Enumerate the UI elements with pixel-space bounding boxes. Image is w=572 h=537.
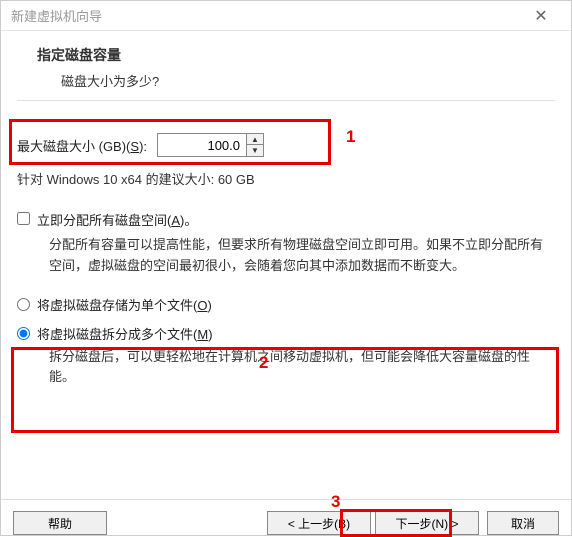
close-icon: ✕ (534, 6, 547, 26)
allocate-now-row: 立即分配所有磁盘空间(A)。 (17, 210, 555, 229)
annotation-box-1 (9, 119, 331, 165)
recommended-size-text: 针对 Windows 10 x64 的建议大小: 60 GB (17, 169, 555, 188)
content-area: 指定磁盘容量 磁盘大小为多少? 最大磁盘大小 (GB)(S): ▲ ▼ 针对 W… (17, 39, 555, 388)
wizard-window: 新建虚拟机向导 ✕ 指定磁盘容量 磁盘大小为多少? 最大磁盘大小 (GB)(S)… (0, 0, 572, 536)
page-title: 指定磁盘容量 (37, 45, 555, 65)
footer: 帮助 < 上一步(B) 下一步(N) > 取消 (1, 499, 571, 535)
help-button[interactable]: 帮助 (13, 511, 107, 535)
single-file-label[interactable]: 将虚拟磁盘存储为单个文件(O) (37, 295, 212, 314)
multi-file-radio[interactable] (17, 327, 30, 340)
page-subtitle: 磁盘大小为多少? (61, 71, 555, 90)
annotation-2: 2 (259, 353, 268, 373)
single-file-row: 将虚拟磁盘存储为单个文件(O) (17, 295, 555, 314)
window-title: 新建虚拟机向导 (11, 6, 102, 25)
allocate-now-checkbox[interactable] (17, 212, 30, 225)
titlebar: 新建虚拟机向导 ✕ (1, 1, 571, 31)
annotation-3: 3 (331, 492, 340, 512)
annotation-box-2 (11, 347, 559, 433)
separator (17, 100, 555, 101)
single-file-radio[interactable] (17, 298, 30, 311)
multi-file-row: 将虚拟磁盘拆分成多个文件(M) (17, 324, 555, 343)
cancel-button[interactable]: 取消 (487, 511, 559, 535)
close-button[interactable]: ✕ (521, 1, 561, 31)
allocate-now-description: 分配所有容量可以提高性能，但要求所有物理磁盘空间立即可用。如果不立即分配所有空间… (49, 235, 555, 277)
multi-file-label[interactable]: 将虚拟磁盘拆分成多个文件(M) (37, 324, 213, 343)
annotation-box-3 (340, 509, 452, 537)
allocate-now-label[interactable]: 立即分配所有磁盘空间(A)。 (37, 210, 197, 229)
annotation-1: 1 (346, 127, 355, 147)
